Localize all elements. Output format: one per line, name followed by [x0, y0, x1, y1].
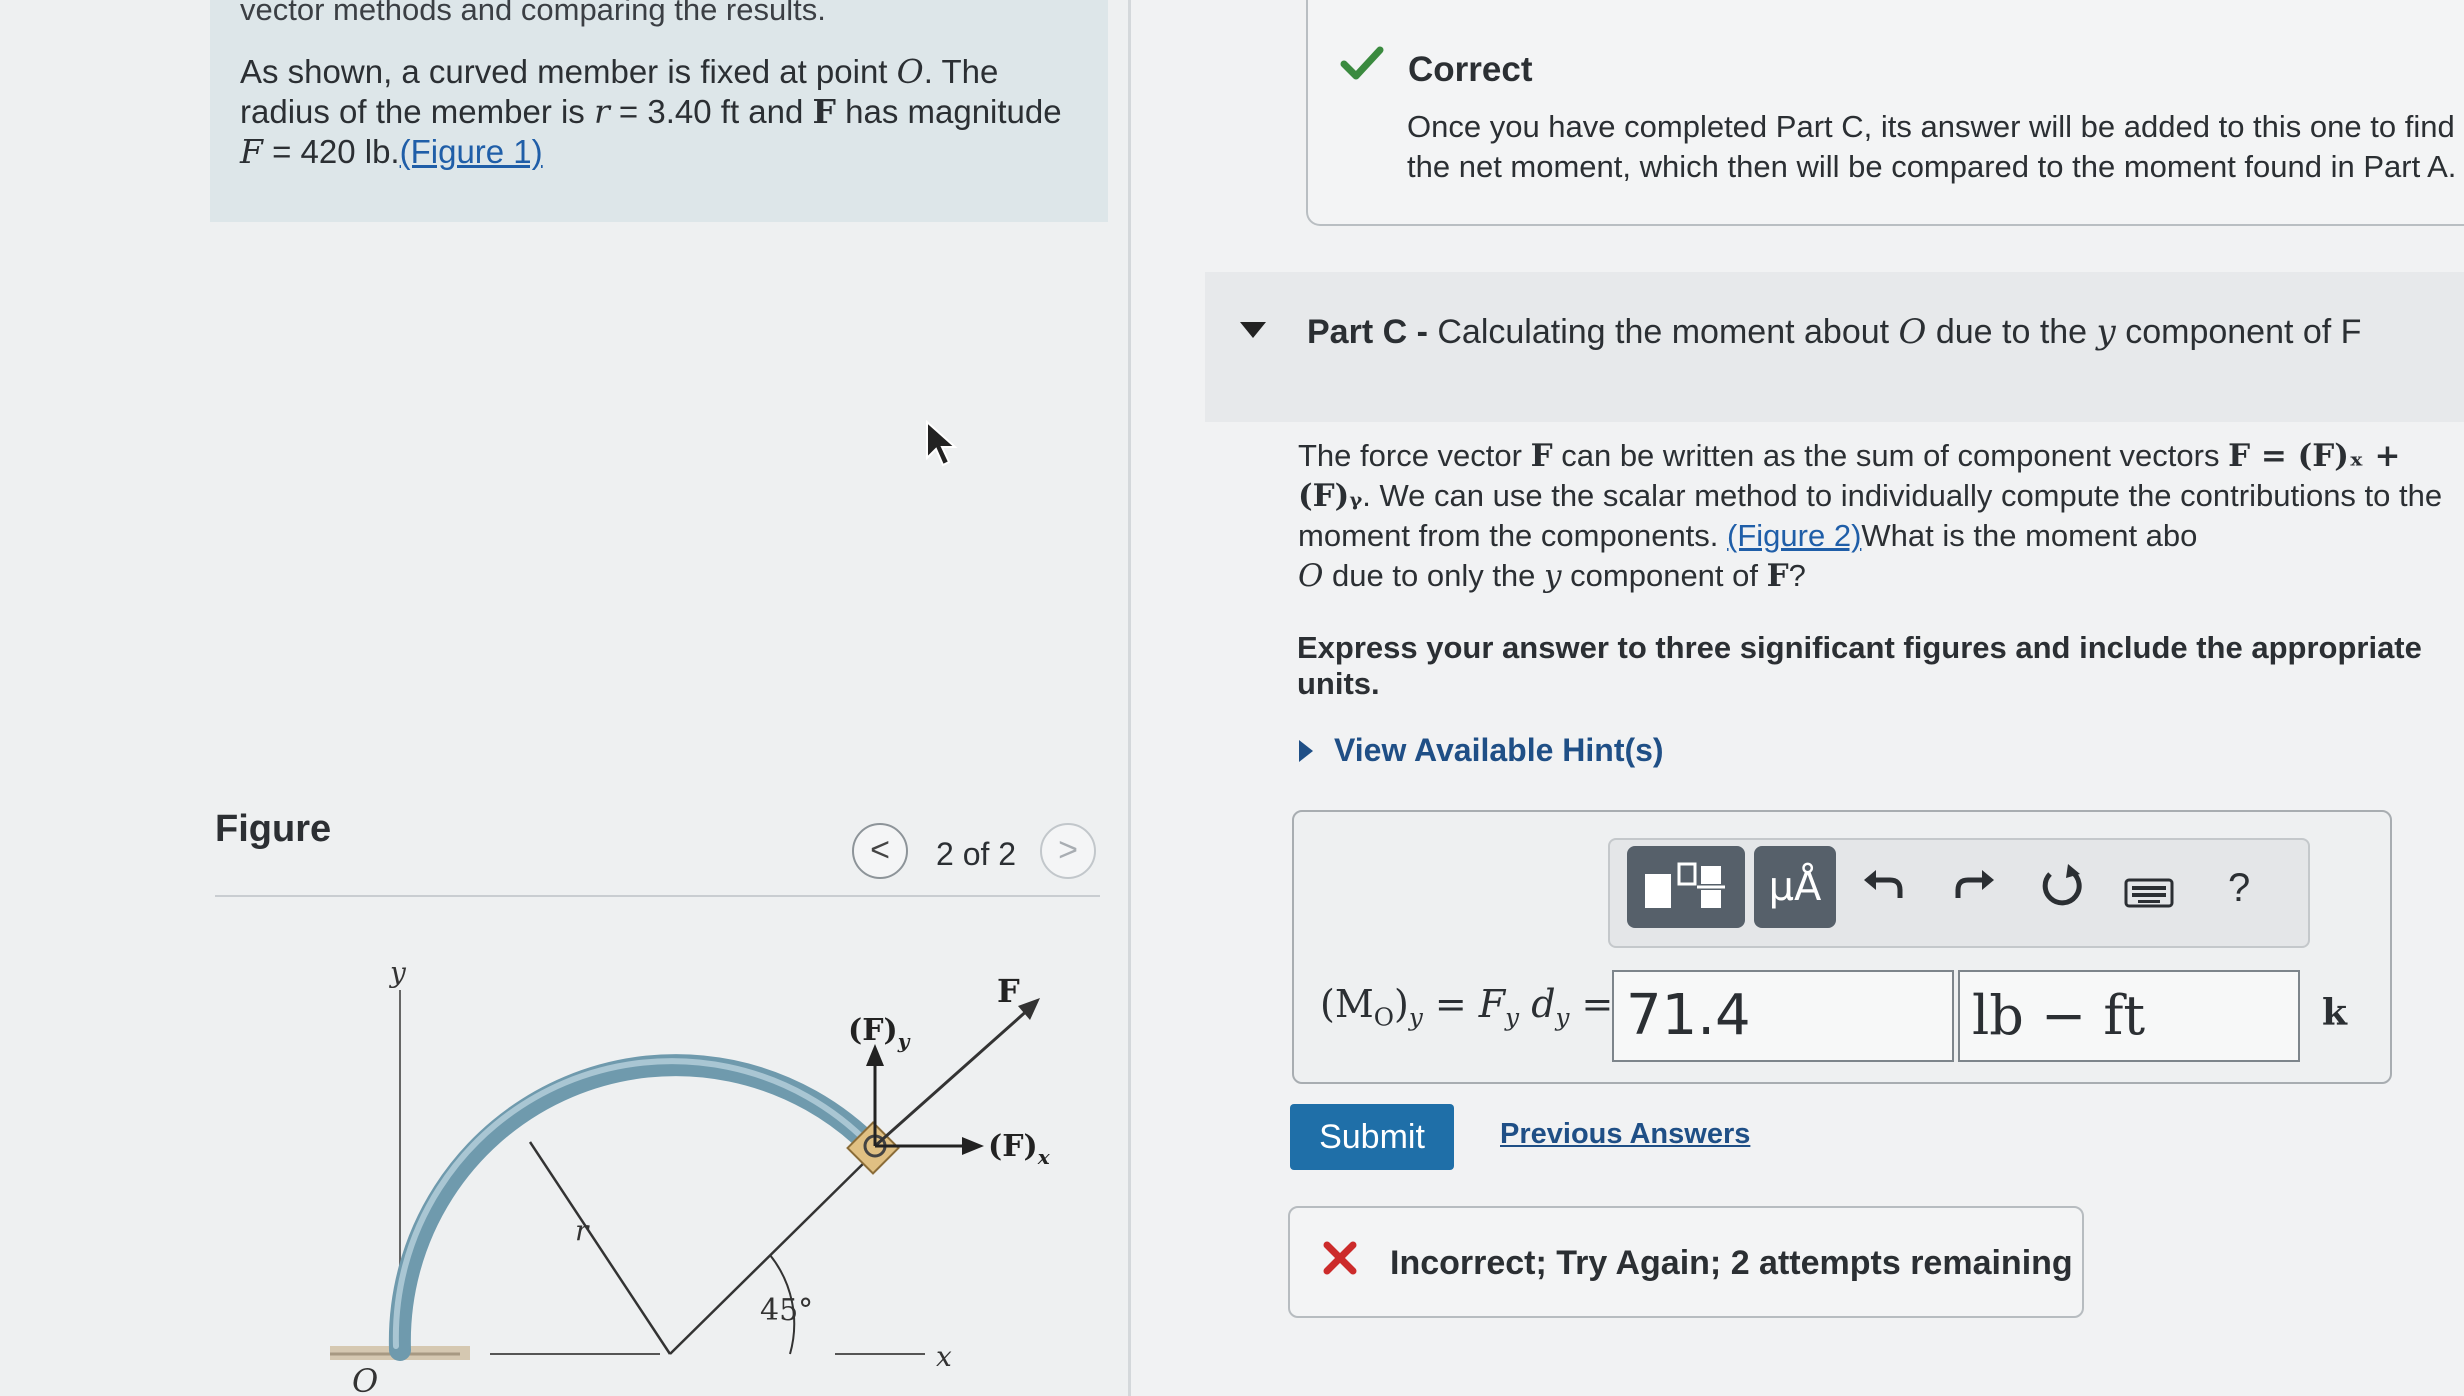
figure-2-link[interactable]: (Figure 2): [1727, 518, 1861, 553]
correct-text: Once you have completed Part C, its answ…: [1407, 109, 2457, 184]
undo-icon[interactable]: [1862, 862, 1906, 906]
correct-title: Correct: [1408, 50, 1533, 89]
templates-icon: [1645, 862, 1725, 908]
redo-icon[interactable]: [1952, 862, 1996, 906]
figure-prev-button[interactable]: <: [852, 823, 908, 879]
collapse-caret-icon[interactable]: [1238, 320, 1268, 340]
part-title-a: Calculating the moment about: [1427, 313, 1899, 351]
instructions-text: Express your answer to three significant…: [1297, 630, 2422, 701]
incorrect-feedback-text: Incorrect; Try Again; 2 attempts remaini…: [1390, 1244, 2073, 1282]
figure-divider: [215, 895, 1100, 897]
part-title-y: y: [2096, 312, 2116, 352]
error-x-icon: [1323, 1241, 1357, 1275]
question-f: F: [1530, 438, 1553, 474]
force-f-label: F: [997, 972, 1020, 1010]
y-axis-label: y: [388, 956, 407, 989]
problem-text-d: has magnitude: [835, 93, 1062, 130]
question-y: y: [1544, 558, 1562, 594]
figure-counter: 2 of 2: [936, 836, 1017, 872]
answer-label-text: (MO)y = Fy dy =: [1320, 982, 1614, 1032]
question-e: due to only the: [1323, 558, 1545, 593]
problem-text-a: As shown, a curved member is fixed at po…: [240, 53, 897, 90]
f-vector-symbol: F: [812, 92, 836, 131]
question-g: ?: [1788, 558, 1806, 593]
figure-title: Figure: [215, 808, 332, 850]
units-button[interactable]: μÅ: [1754, 846, 1836, 928]
force-fx-label: (F)x: [988, 1129, 1051, 1169]
question-text: The force vector F can be written as the…: [1298, 436, 2464, 596]
force-fy-label: (F)y: [848, 1013, 911, 1053]
previous-answers-link[interactable]: Previous Answers: [1500, 1118, 1750, 1151]
r-symbol: r: [593, 92, 610, 131]
radius-line-1: [528, 1141, 672, 1355]
problem-text-c: and: [739, 93, 813, 130]
unit-vector-k: k: [2322, 992, 2347, 1034]
problem-text: As shown, a curved member is fixed at po…: [240, 52, 1090, 172]
part-title-b: due to the: [1926, 313, 2097, 351]
keyboard-icon[interactable]: [2124, 878, 2174, 908]
point-o: O: [896, 52, 924, 91]
part-label: Part C -: [1307, 313, 1428, 351]
question-o: O: [1298, 558, 1324, 594]
figure-next-button[interactable]: >: [1040, 823, 1096, 879]
problem-intro-text: vector methods and comparing the results…: [240, 0, 826, 27]
figure-1-link[interactable]: (Figure 1): [400, 133, 543, 170]
reset-icon[interactable]: [2038, 862, 2084, 908]
f-value: = 420 lb.: [262, 133, 400, 170]
check-icon: [1340, 46, 1384, 80]
question-d: What is the moment abo: [1861, 518, 2198, 553]
part-title-c: component of F: [2115, 313, 2362, 351]
mouse-cursor-icon: [926, 420, 958, 467]
view-hints-link[interactable]: View Available Hint(s): [1334, 732, 1664, 769]
question-f-text: component of: [1561, 558, 1767, 593]
force-fx-arrowhead: [962, 1137, 984, 1155]
question-a: The force vector: [1298, 438, 1531, 473]
part-title-o: O: [1898, 312, 1927, 352]
answer-label: (MO)y = Fy dy =: [1320, 982, 1613, 1032]
part-c-title: Part C - Calculating the moment about O …: [1307, 312, 2361, 352]
f-symbol: F: [240, 132, 263, 171]
submit-button[interactable]: Submit: [1290, 1104, 1454, 1170]
question-f2: F: [1766, 558, 1789, 594]
value-input[interactable]: 71.4: [1612, 970, 1954, 1062]
radius-label: r: [575, 1214, 590, 1247]
hint-caret-icon[interactable]: [1296, 738, 1316, 764]
figure-diagram: y r 45° F (F)y (F)x x O: [330, 956, 1051, 1396]
x-axis-label: x: [936, 1340, 952, 1373]
angle-label: 45°: [760, 1293, 813, 1328]
units-input[interactable]: lb − ft: [1958, 970, 2300, 1062]
origin-label: O: [352, 1362, 378, 1396]
r-value: = 3.40 ft: [609, 93, 740, 130]
help-button[interactable]: ?: [2228, 866, 2250, 911]
templates-button[interactable]: [1627, 846, 1745, 928]
question-b: can be written as the sum of component v…: [1552, 438, 2229, 473]
